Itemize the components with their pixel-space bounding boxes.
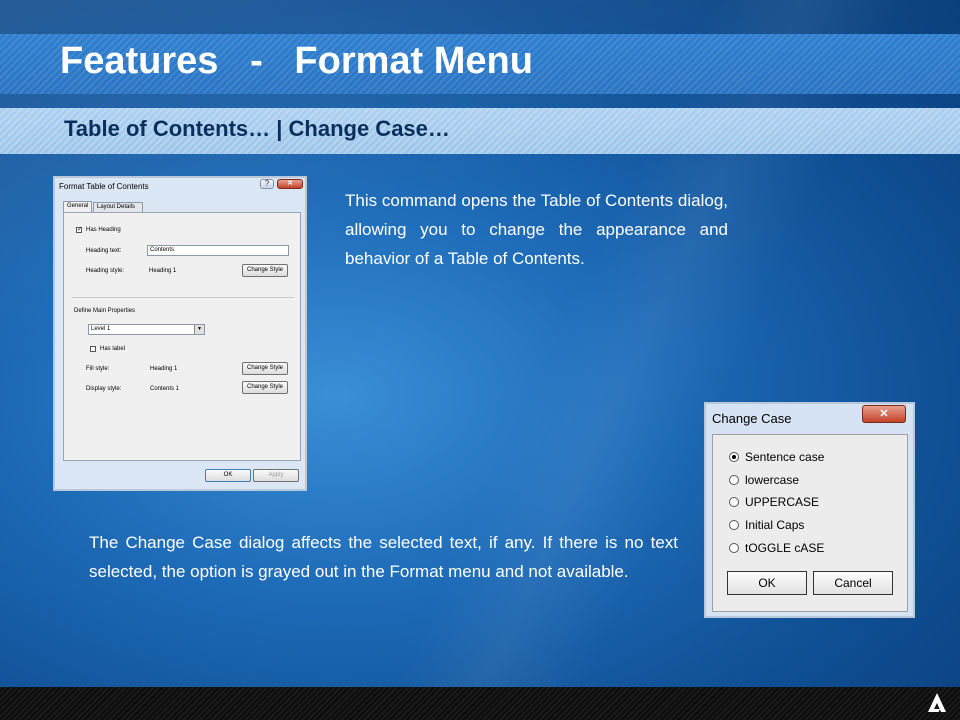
radio-sentence-case[interactable] (729, 452, 739, 462)
toc-dialog: Format Table of Contents ? ✕ General Lay… (53, 176, 307, 491)
slide-subtitle: Table of Contents… | Change Case… (64, 116, 450, 141)
radio-initial-caps[interactable] (729, 520, 739, 530)
change-case-dialog: Change Case ✕ Sentence case lowercase UP… (704, 402, 915, 618)
toc-dialog-title: Format Table of Contents (59, 182, 149, 191)
option-lowercase-label: lowercase (745, 473, 800, 487)
has-heading-label: Has Heading (86, 227, 121, 233)
option-toggle-case-label: tOGGLE cASE (745, 541, 825, 555)
radio-toggle-case[interactable] (729, 543, 739, 553)
has-heading-checkbox[interactable]: ✓ (76, 227, 82, 233)
close-icon: ✕ (287, 180, 293, 187)
display-change-style-button[interactable]: Change Style (242, 381, 288, 394)
toc-general-panel: ✓ Has Heading Heading text: Contents Hea… (63, 212, 301, 461)
footer-bar (0, 687, 960, 720)
heading-text-label: Heading text: (86, 248, 122, 254)
chevron-down-icon: ▼ (194, 325, 204, 334)
logo-a-icon (928, 693, 946, 712)
tab-general[interactable]: General (63, 201, 92, 212)
define-main-properties-label: Define Main Properties (74, 308, 136, 314)
option-uppercase-label: UPPERCASE (745, 495, 820, 509)
change-case-title: Change Case (712, 411, 792, 426)
fill-style-label: Fill style: (86, 366, 110, 372)
has-label-checkbox[interactable] (90, 346, 96, 352)
option-initial-caps-label: Initial Caps (745, 518, 805, 532)
radio-uppercase[interactable] (729, 497, 739, 507)
toc-close-button[interactable]: ✕ (277, 179, 303, 189)
separator (72, 297, 294, 298)
close-icon: ✕ (879, 408, 889, 420)
tab-layout-details[interactable]: Layout Details (93, 202, 143, 212)
radio-lowercase[interactable] (729, 475, 739, 485)
heading-style-label: Heading style: (86, 268, 125, 274)
change-case-cancel-button[interactable]: Cancel (813, 571, 893, 595)
change-case-body: Sentence case lowercase UPPERCASE Initia… (712, 434, 908, 612)
heading-style-value: Heading 1 (149, 268, 177, 274)
level-select[interactable]: Level 1 ▼ (88, 324, 205, 335)
toc-description: This command opens the Table of Contents… (345, 191, 728, 268)
fill-style-value: Heading 1 (150, 366, 178, 372)
has-label-label: Has label (100, 346, 126, 352)
toc-apply-button[interactable]: Apply (253, 469, 299, 482)
help-button[interactable]: ? (260, 179, 274, 189)
heading-text-input[interactable]: Contents (147, 245, 289, 256)
change-case-description: The Change Case dialog affects the selec… (89, 533, 678, 581)
change-case-ok-button[interactable]: OK (727, 571, 807, 595)
fill-change-style-button[interactable]: Change Style (242, 362, 288, 375)
option-sentence-case-label: Sentence case (745, 450, 825, 464)
toc-ok-button[interactable]: OK (205, 469, 251, 482)
change-case-close-button[interactable]: ✕ (862, 405, 906, 423)
display-style-value: Contents 1 (150, 386, 180, 392)
heading-change-style-button[interactable]: Change Style (242, 264, 288, 277)
slide-title: Features - Format Menu (60, 40, 533, 82)
display-style-label: Display style: (86, 386, 122, 392)
